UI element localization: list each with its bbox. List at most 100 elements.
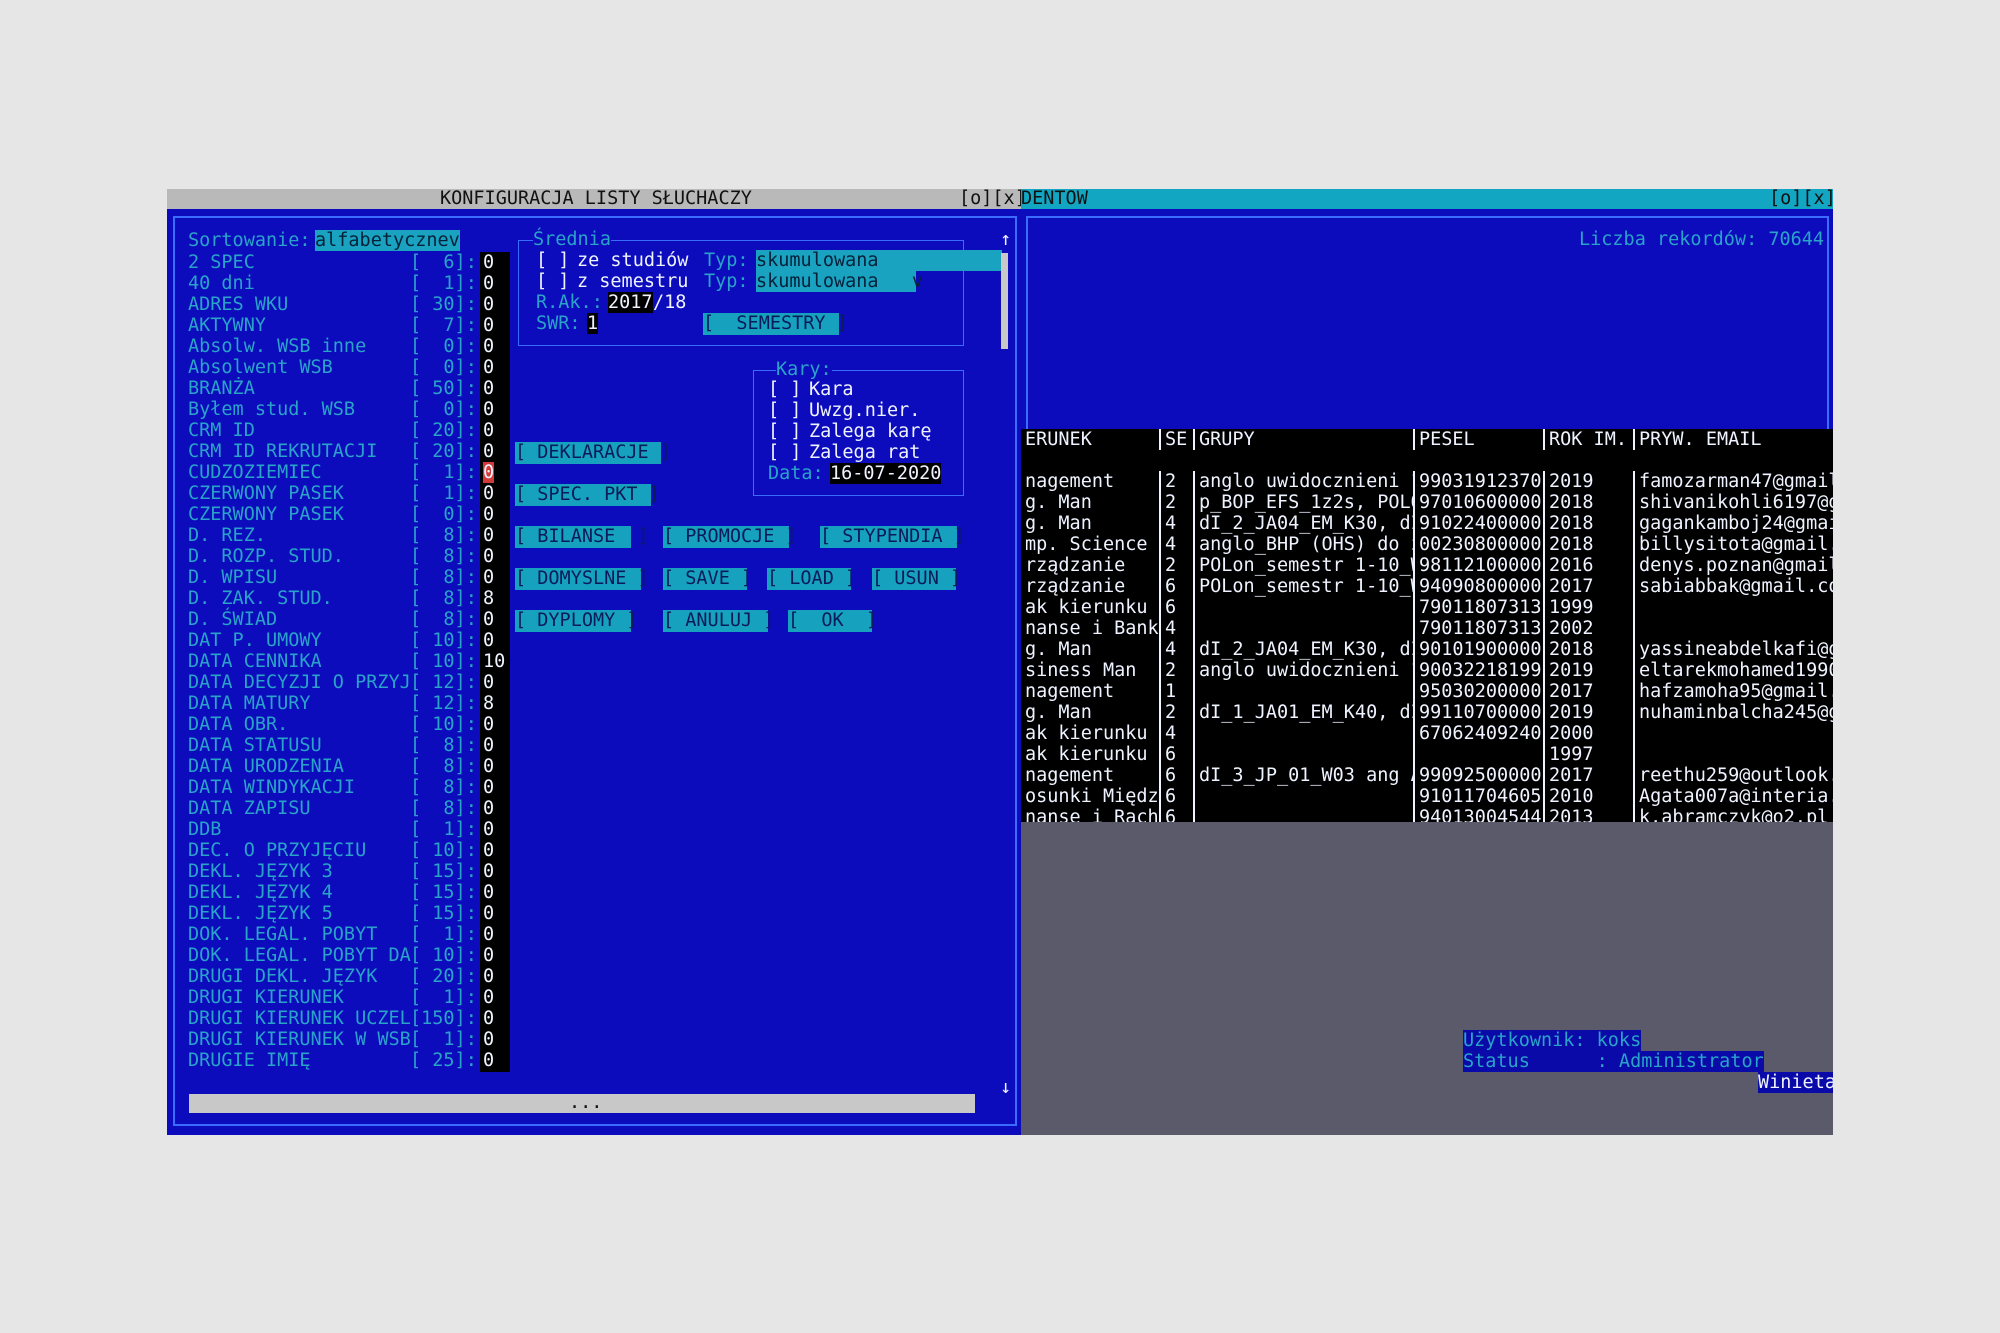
column-header[interactable]: SE (1161, 429, 1193, 450)
field-name[interactable]: DATA STATUSU (188, 735, 322, 756)
field-value[interactable]: 0 (483, 777, 494, 798)
field-name[interactable]: DATA MATURY (188, 693, 311, 714)
table-row[interactable]: g. Man 2 p_BOP_EFS_1z2s, POLO 97010600000 20… (1021, 492, 1833, 513)
field-value[interactable]: 0 (483, 1029, 494, 1050)
field-name[interactable]: BRANŻA (188, 378, 255, 399)
field-value[interactable]: 0 (483, 924, 494, 945)
column-header[interactable]: GRUPY (1195, 429, 1413, 450)
field-value[interactable]: 0 (483, 420, 494, 441)
field-name[interactable]: Byłem stud. WSB (188, 399, 355, 420)
column-header[interactable]: ROK IM. (1545, 429, 1633, 450)
kara-checkbox[interactable]: [ ] (768, 379, 801, 400)
column-header[interactable]: PESEL (1415, 429, 1543, 450)
stypendia-button[interactable]: [ STYPENDIA ] (820, 526, 965, 548)
uwzg-nier-checkbox[interactable]: [ ] (768, 400, 801, 421)
field-value[interactable]: 0 (483, 840, 494, 861)
field-value[interactable]: 0 (483, 630, 494, 651)
ok-button[interactable]: [ OK ] (788, 610, 877, 632)
field-value[interactable]: 0 (483, 525, 494, 546)
field-name[interactable]: DAT P. UMOWY (188, 630, 322, 651)
table-row[interactable]: g. Man 2 dI_1_JA01_EM_K40, dI 99110700000 20… (1021, 702, 1833, 723)
field-value[interactable]: 0 (483, 798, 494, 819)
field-name[interactable]: DDB (188, 819, 221, 840)
field-value[interactable]: 0 (483, 1008, 494, 1029)
vertical-scroll-thumb[interactable] (1001, 253, 1008, 349)
field-value[interactable]: 8 (483, 693, 494, 714)
field-value[interactable]: 0 (483, 903, 494, 924)
field-name[interactable]: D. ZAK. STUD. (188, 588, 333, 609)
field-value[interactable]: 0 (483, 609, 494, 630)
right-window-controls[interactable]: [o][x] (1769, 189, 1833, 209)
field-value[interactable]: 0 (483, 987, 494, 1008)
field-value[interactable]: 0 (483, 567, 494, 588)
table-row[interactable]: mp. Science 4 anglo_BHP (OHS) do z 00230800… (1021, 534, 1833, 555)
field-name[interactable]: CRM ID (188, 420, 255, 441)
field-name[interactable]: CUDZOZIEMIEC (188, 462, 322, 483)
domyslne-button[interactable]: [ DOMYSLNE ] (515, 568, 649, 590)
usun-button[interactable]: [ USUN ] (872, 568, 961, 590)
swr-value[interactable]: 1 (587, 313, 599, 334)
field-value[interactable]: 0 (483, 735, 494, 756)
field-value[interactable]: 0 (483, 672, 494, 693)
table-row[interactable]: nagement 6 dI_3_JP_01_W03 ang A 99092500000… (1021, 765, 1833, 786)
field-value[interactable]: 8 (483, 588, 494, 609)
table-row[interactable]: rządzanie 6 POLon_semestr 1-10_W 9409080000… (1021, 576, 1833, 597)
field-name[interactable]: 2 SPEC (188, 252, 255, 273)
dyplomy-button[interactable]: [ DYPLOMY ] (515, 610, 638, 632)
save-button[interactable]: [ SAVE ] (663, 568, 752, 590)
field-name[interactable]: DRUGI KIERUNEK UCZEL (188, 1008, 411, 1029)
field-value[interactable]: 0 (483, 1050, 494, 1071)
field-name[interactable]: DATA WINDYKACJI (188, 777, 355, 798)
field-name[interactable]: CZERWONY PASEK (188, 504, 344, 525)
field-name[interactable]: Absolwent WSB (188, 357, 333, 378)
field-name[interactable]: D. ROZP. STUD. (188, 546, 344, 567)
field-name[interactable]: D. REZ. (188, 525, 266, 546)
spec-pkt-button[interactable]: [ SPEC. PKT ] (515, 484, 660, 506)
field-value[interactable]: 0 (483, 294, 494, 315)
field-name[interactable]: D. ŚWIAD (188, 609, 277, 630)
table-row[interactable]: nagement 2 anglo uwidocznieni 1 99031912370… (1021, 471, 1833, 492)
field-value[interactable]: 0 (483, 714, 494, 735)
field-name[interactable]: DOK. LEGAL. POBYT DA (188, 945, 411, 966)
field-name[interactable]: DATA ZAPISU (188, 798, 311, 819)
scroll-up-arrow[interactable]: ↑ (1000, 229, 1011, 250)
field-value[interactable]: 0 (483, 357, 494, 378)
table-row[interactable]: osunki Międz 6 91011704605 2010 Agata007a@in… (1021, 786, 1833, 807)
kary-data-value[interactable]: 16-07-2020 (830, 463, 942, 484)
scroll-down-arrow[interactable]: ↓ (1000, 1077, 1011, 1098)
table-row[interactable]: ak kierunku 6 79011807313 1999 (1021, 597, 1833, 618)
table-row[interactable]: g. Man 4 dI_2_JA04_EM_K30, dI 90101900000 20… (1021, 639, 1833, 660)
bilanse-button[interactable]: [ BILANSE ] (515, 526, 649, 548)
field-value[interactable]: 0 (483, 273, 494, 294)
right-window-titlebar[interactable]: DENTOW [o][x] (1021, 189, 1833, 209)
field-value[interactable]: 0 (483, 819, 494, 840)
field-value[interactable]: 10 (483, 651, 505, 672)
load-button[interactable]: [ LOAD ] (767, 568, 856, 590)
sort-select[interactable]: alfabetycznev (315, 230, 460, 251)
field-value[interactable]: 0 (483, 399, 494, 420)
field-value[interactable]: 0 (483, 336, 494, 357)
field-name[interactable]: ADRES WKU (188, 294, 288, 315)
field-value[interactable]: 0 (483, 966, 494, 987)
field-name[interactable]: DEKL. JĘZYK 4 (188, 882, 333, 903)
left-window-titlebar[interactable]: KONFIGURACJA LISTY SŁUCHACZY [o][x] (167, 189, 1026, 209)
field-name[interactable]: 40 dni (188, 273, 255, 294)
zalega-rat-checkbox[interactable]: [ ] (768, 442, 801, 463)
field-value[interactable]: 0 (483, 483, 494, 504)
field-name[interactable]: CRM ID REKRUTACJI (188, 441, 377, 462)
table-row[interactable]: ak kierunku 4 67062409240 2000 (1021, 723, 1833, 744)
field-name[interactable]: DRUGIE IMIĘ (188, 1050, 311, 1071)
field-name[interactable]: DATA DECYZJI O PRZYJ (188, 672, 411, 693)
field-name[interactable]: DATA OBR. (188, 714, 288, 735)
field-name[interactable]: DRUGI KIERUNEK W WSB (188, 1029, 411, 1050)
anuluj-button[interactable]: [ ANULUJ ] (663, 610, 774, 632)
field-value[interactable]: 0 (483, 441, 494, 462)
typ1-select[interactable]: skumulowana (756, 250, 1002, 271)
field-value[interactable]: 0 (483, 882, 494, 903)
field-name[interactable]: DATA URODZENIA (188, 756, 344, 777)
deklaracje-button[interactable]: [ DEKLARACJE ] (515, 442, 671, 464)
column-header[interactable]: ERUNEK (1021, 429, 1159, 450)
promocje-button[interactable]: [ PROMOCJE ] (663, 526, 797, 548)
field-value[interactable]: 0 (483, 504, 494, 525)
field-name[interactable]: DEC. O PRZYJĘCIU (188, 840, 366, 861)
